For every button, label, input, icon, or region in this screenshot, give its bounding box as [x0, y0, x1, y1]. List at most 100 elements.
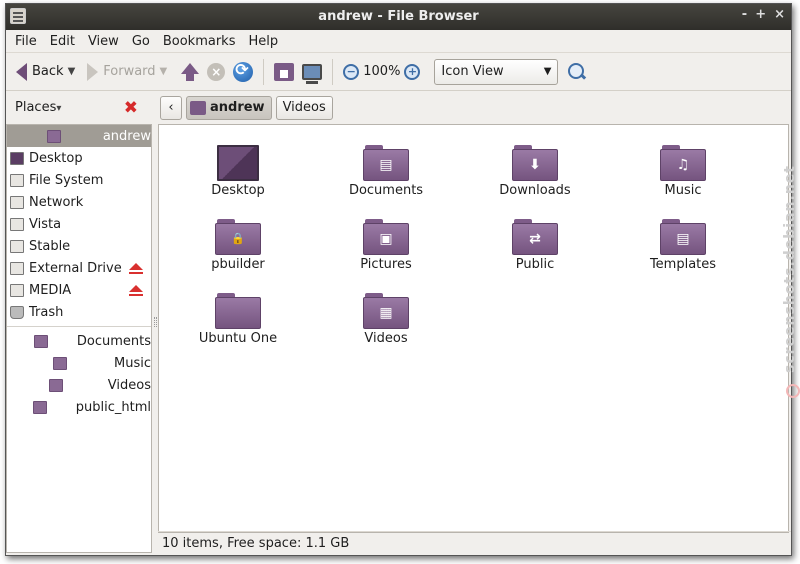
forward-label: Forward	[103, 64, 156, 79]
file-label: Pictures	[360, 257, 412, 272]
sidebar-item-file-system[interactable]: File System	[7, 169, 151, 191]
computer-button[interactable]	[298, 57, 326, 87]
menu-edit[interactable]: Edit	[45, 32, 80, 51]
file-item-pictures[interactable]: ▣ Pictures	[326, 219, 446, 272]
file-label: Documents	[348, 183, 424, 198]
videos-folder-icon: ▦	[363, 293, 409, 329]
close-sidebar-icon[interactable]: ✖	[124, 98, 138, 118]
file-item-public[interactable]: ⇄ Public	[475, 219, 595, 272]
sidebar-item-trash[interactable]: Trash	[7, 301, 151, 323]
drive-icon	[10, 173, 24, 187]
file-label: Music	[664, 183, 702, 198]
back-arrow-icon	[16, 62, 27, 81]
reload-icon	[233, 60, 254, 82]
eject-icon[interactable]	[129, 285, 143, 296]
sidebar-item-stable[interactable]: Stable	[7, 235, 151, 257]
view-mode-value: Icon View	[441, 64, 504, 79]
file-item-videos[interactable]: ▦ Videos	[326, 293, 446, 346]
file-label: Desktop	[211, 183, 265, 198]
places-header: Places▾ ✖	[6, 92, 152, 123]
sidebar-bookmark-public-html[interactable]: public_html	[7, 396, 151, 418]
menu-go[interactable]: Go	[127, 32, 155, 51]
title-bar[interactable]: andrew - File Browser - + ×	[6, 4, 791, 30]
zoom-level[interactable]: 100%	[363, 64, 400, 79]
file-item-pbuilder[interactable]: 🔒 pbuilder	[178, 219, 298, 272]
menu-file[interactable]: File	[10, 32, 42, 51]
reload-button[interactable]	[229, 57, 257, 87]
up-button[interactable]	[177, 57, 203, 87]
templates-folder-icon: ▤	[660, 219, 706, 255]
desktop-folder-icon	[217, 145, 259, 181]
stop-button[interactable]: ×	[203, 57, 229, 87]
places-dropdown[interactable]: Places▾	[15, 100, 61, 115]
sidebar-bookmark-documents[interactable]: Documents	[7, 330, 151, 352]
sidebar-bookmark-music[interactable]: Music	[7, 352, 151, 374]
back-history-chevron-icon[interactable]: ▼	[68, 66, 76, 77]
folder-icon	[33, 400, 48, 414]
back-button[interactable]: Back	[12, 57, 68, 87]
path-bar: ‹ andrew Videos	[158, 92, 791, 123]
main-area: Places▾ ✖ andrew Desktop File System Net…	[6, 92, 791, 555]
toolbar-separator	[332, 58, 334, 85]
sidebar: Places▾ ✖ andrew Desktop File System Net…	[6, 92, 152, 555]
sidebar-item-external-drive[interactable]: External Drive	[7, 257, 151, 279]
downloads-folder-icon: ⬇	[512, 145, 558, 181]
home-icon	[46, 129, 61, 143]
music-folder-icon: ♫	[660, 145, 706, 181]
path-button-andrew[interactable]: andrew	[186, 95, 272, 120]
path-scroll-left-button[interactable]: ‹	[160, 95, 182, 120]
view-mode-select[interactable]: Icon View ▼	[434, 58, 559, 85]
file-item-music[interactable]: ♫ Music	[623, 145, 743, 198]
up-arrow-icon	[181, 63, 200, 81]
chevron-down-icon: ▼	[543, 66, 552, 77]
icon-view[interactable]: Desktop ▤ Documents ⬇ Downloads ♫ Music …	[158, 124, 789, 533]
home-button[interactable]	[270, 57, 298, 87]
file-label: Ubuntu One	[198, 331, 278, 346]
eject-icon[interactable]	[129, 263, 143, 274]
zoom-in-icon: +	[404, 63, 421, 80]
pane-resize-handle[interactable]	[154, 317, 157, 327]
folder-icon	[49, 378, 64, 392]
desktop-icon	[10, 151, 24, 165]
minimize-button[interactable]: -	[742, 7, 747, 22]
file-label: Downloads	[499, 183, 571, 198]
zoom-out-button[interactable]: −	[339, 57, 363, 87]
documents-folder-icon: ▤	[363, 145, 409, 181]
folder-icon	[215, 293, 261, 329]
sidebar-item-vista[interactable]: Vista	[7, 213, 151, 235]
menu-bookmarks[interactable]: Bookmarks	[158, 32, 241, 51]
folder-icon	[52, 356, 67, 370]
menu-view[interactable]: View	[83, 32, 124, 51]
window-controls: - + ×	[742, 7, 785, 22]
forward-button[interactable]: Forward	[83, 57, 159, 87]
drive-icon	[10, 283, 24, 297]
back-label: Back	[32, 64, 64, 79]
search-icon[interactable]	[566, 61, 588, 83]
file-item-downloads[interactable]: ⬇ Downloads	[475, 145, 595, 198]
zoom-in-button[interactable]: +	[400, 57, 424, 87]
sidebar-bookmark-videos[interactable]: Videos	[7, 374, 151, 396]
sidebar-item-media[interactable]: MEDIA	[7, 279, 151, 301]
trash-icon	[10, 305, 24, 319]
places-list: andrew Desktop File System Network Vista…	[6, 124, 152, 553]
sidebar-item-desktop[interactable]: Desktop	[7, 147, 151, 169]
forward-arrow-icon	[87, 62, 99, 81]
home-icon	[274, 62, 295, 81]
file-item-documents[interactable]: ▤ Documents	[326, 145, 446, 198]
status-bar: 10 items, Free space: 1.1 GB	[158, 531, 791, 555]
maximize-button[interactable]: +	[755, 7, 766, 22]
file-item-ubuntu-one[interactable]: Ubuntu One	[178, 293, 298, 346]
file-item-desktop[interactable]: Desktop	[178, 145, 298, 198]
file-item-templates[interactable]: ▤ Templates	[623, 219, 743, 272]
sidebar-item-network[interactable]: Network	[7, 191, 151, 213]
sidebar-item-andrew[interactable]: andrew	[7, 125, 151, 147]
path-button-videos[interactable]: Videos	[275, 95, 333, 120]
menu-help[interactable]: Help	[243, 32, 283, 51]
file-browser-window: andrew - File Browser - + × File Edit Vi…	[5, 3, 792, 556]
drive-icon	[10, 239, 24, 253]
home-icon	[190, 100, 206, 115]
pictures-folder-icon: ▣	[363, 219, 409, 255]
toolbar: Back ▼ Forward ▼ × − 100% + Icon View ▼	[6, 53, 791, 91]
close-button[interactable]: ×	[774, 7, 785, 22]
forward-history-chevron-icon[interactable]: ▼	[160, 66, 168, 77]
